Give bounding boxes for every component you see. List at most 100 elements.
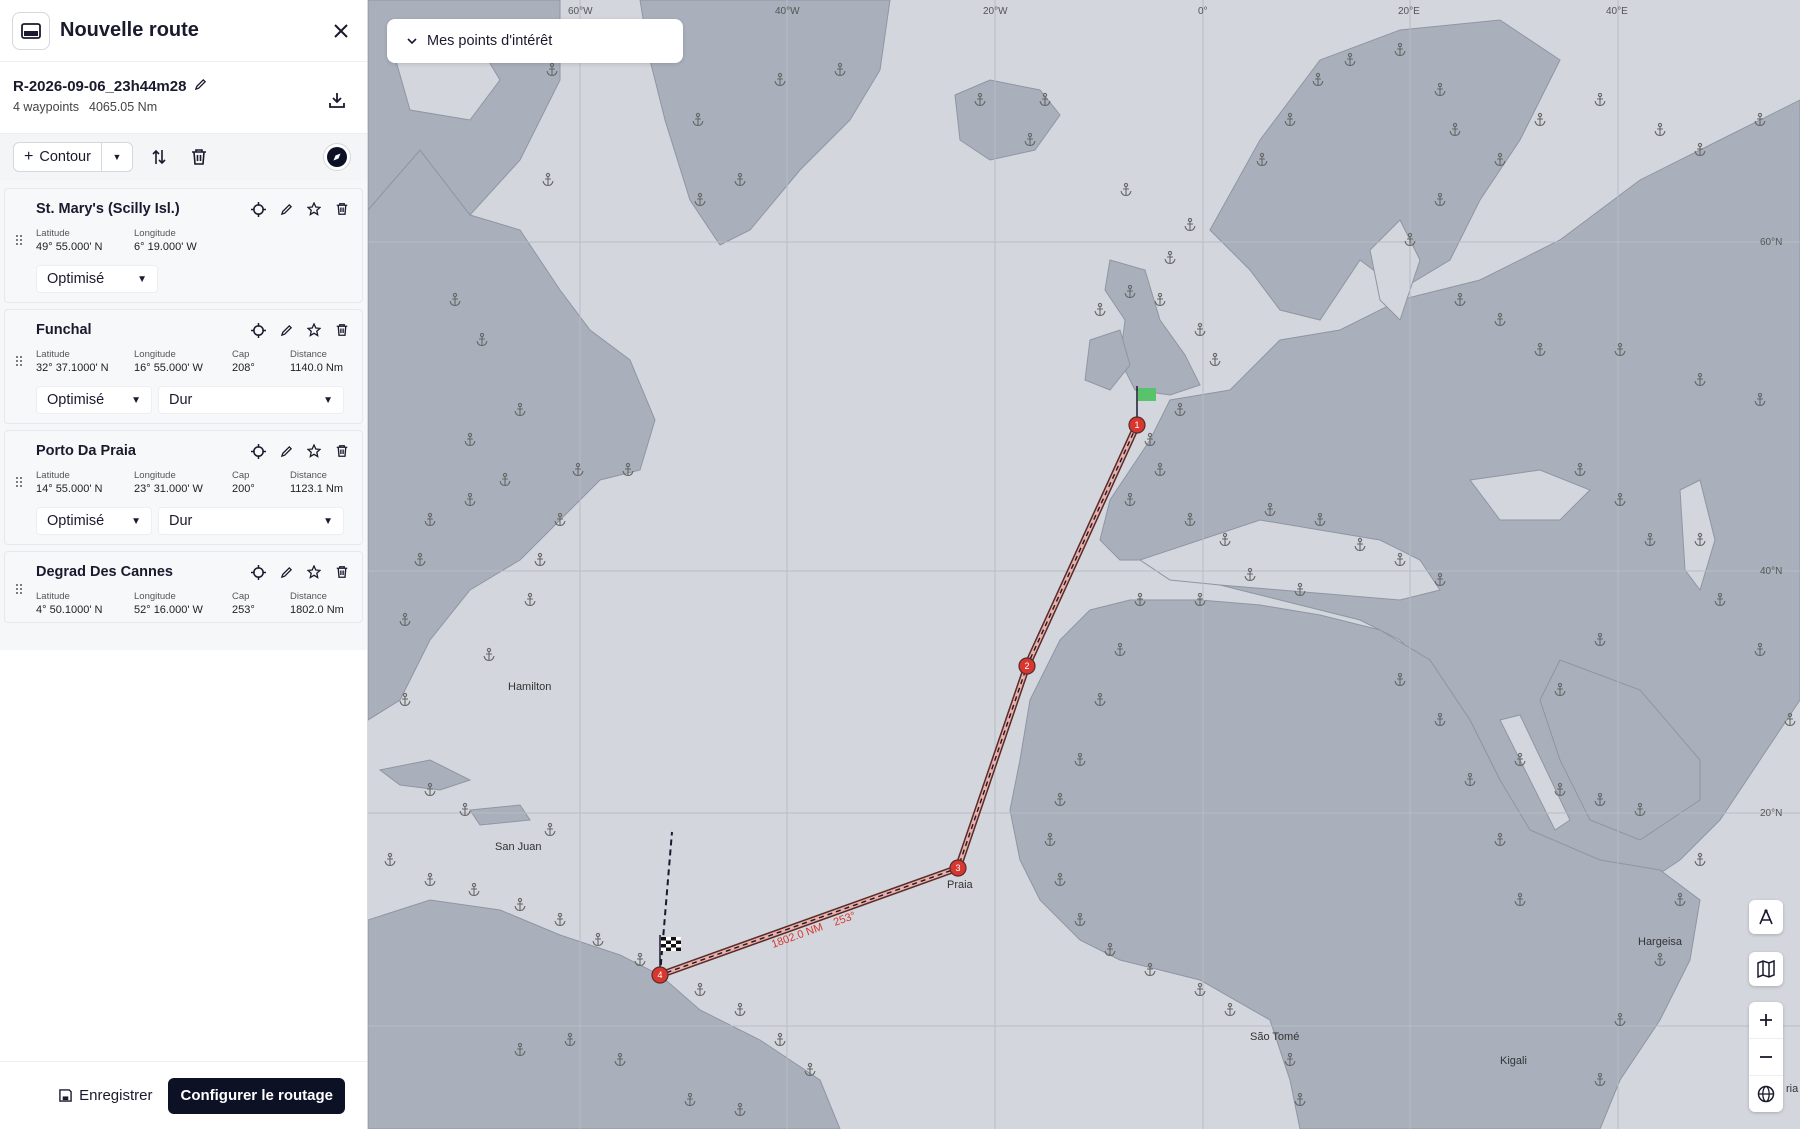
cap-label: Cap	[232, 470, 250, 481]
anchor-icon	[524, 592, 536, 607]
zoom-in-button[interactable]	[1749, 1002, 1783, 1039]
place-label-partial: ria	[1786, 1083, 1799, 1095]
minus-icon	[1760, 1056, 1772, 1058]
waypoint-name: Funchal	[36, 322, 92, 338]
anchor-icon	[424, 872, 436, 887]
waypoint-marker-label: 3	[955, 863, 960, 873]
download-icon[interactable]	[325, 88, 349, 112]
drag-handle-icon[interactable]	[14, 475, 24, 489]
map-view[interactable]: 60°W 40°W 20°W 0° 20°E 40°E 60°N 40°N 20…	[368, 0, 1800, 1129]
map-layers-button[interactable]	[1749, 952, 1783, 986]
waypoint-marker-label: 1	[1134, 420, 1139, 430]
panel-toggle-icon[interactable]	[12, 11, 50, 50]
contour-dropdown-button[interactable]: ▼	[102, 143, 132, 171]
globe-button[interactable]	[1749, 1076, 1783, 1112]
delete-icon[interactable]	[332, 562, 352, 582]
waypoint-marker-3[interactable]: 3	[949, 859, 967, 877]
longitude-value: 52° 16.000' W	[134, 604, 203, 616]
mode-value: Optimisé	[47, 271, 105, 287]
place-label-praia: Praia	[947, 879, 974, 891]
graticule-lat-label: 40°N	[1760, 566, 1782, 577]
plus-icon: +	[24, 148, 34, 165]
edit-icon[interactable]	[276, 320, 296, 340]
trash-icon[interactable]	[185, 143, 213, 171]
reverse-route-icon[interactable]	[145, 143, 173, 171]
latitude-value: 14° 55.000' N	[36, 483, 103, 495]
cap-value: 200°	[232, 483, 255, 495]
poi-dropdown[interactable]: Mes points d'intérêt	[387, 19, 683, 63]
mode-select[interactable]: Optimisé ▼	[36, 265, 158, 293]
drag-handle-icon[interactable]	[14, 233, 24, 247]
longitude-label: Longitude	[134, 228, 176, 239]
edit-icon[interactable]	[276, 562, 296, 582]
delete-icon[interactable]	[332, 199, 352, 219]
anchor-icon	[554, 912, 566, 927]
anchor-icon	[634, 952, 646, 967]
save-icon	[59, 1089, 72, 1102]
waypoint-name: Porto Da Praia	[36, 443, 136, 459]
delete-icon[interactable]	[332, 320, 352, 340]
configure-routing-button[interactable]: Configurer le routage	[168, 1077, 345, 1114]
route-info: R-2026-09-06_23h44m28 4 waypoints 4065.0…	[0, 62, 367, 134]
measure-tool-button[interactable]	[1749, 900, 1783, 934]
locate-icon[interactable]	[248, 562, 268, 582]
anchor-icon	[459, 802, 471, 817]
locate-icon[interactable]	[248, 320, 268, 340]
latitude-label: Latitude	[36, 591, 70, 602]
anchor-icon	[1164, 250, 1176, 265]
caret-down-icon: ▼	[112, 152, 122, 162]
anchor-icon	[534, 552, 546, 567]
place-label-kigali: Kigali	[1500, 1055, 1527, 1067]
save-button[interactable]: Enregistrer	[59, 1087, 152, 1104]
star-icon[interactable]	[304, 441, 324, 461]
star-icon[interactable]	[304, 320, 324, 340]
land-north-america	[368, 149, 656, 721]
star-icon[interactable]	[304, 199, 324, 219]
locate-icon[interactable]	[248, 199, 268, 219]
locate-icon[interactable]	[248, 441, 268, 461]
land-cuba	[378, 759, 472, 791]
map-canvas[interactable]: 60°W 40°W 20°W 0° 20°E 40°E 60°N 40°N 20…	[368, 0, 1800, 1129]
edit-icon[interactable]	[276, 441, 296, 461]
delete-icon[interactable]	[332, 441, 352, 461]
longitude-label: Longitude	[134, 591, 176, 602]
distance-value: 1140.0 Nm	[290, 362, 343, 374]
mode-select[interactable]: Optimisé ▼	[36, 386, 152, 414]
drag-handle-icon[interactable]	[14, 582, 24, 596]
distance-label: Distance	[290, 470, 327, 481]
contour-button[interactable]: + Contour	[14, 143, 102, 171]
zoom-out-button[interactable]	[1749, 1039, 1783, 1076]
mode-select[interactable]: Optimisé ▼	[36, 507, 152, 535]
edit-route-name-icon[interactable]	[194, 78, 207, 95]
anchor-icon	[384, 852, 396, 867]
graticule-lon-label: 20°E	[1398, 6, 1420, 17]
caret-down-icon: ▼	[131, 394, 141, 406]
waypoint-marker-4[interactable]: 4	[651, 966, 669, 984]
mode-value: Optimisé	[47, 513, 105, 529]
cap-field: Cap 253°	[232, 591, 290, 616]
total-distance: 4065.05 Nm	[89, 100, 158, 114]
waypoint-marker-1[interactable]: 1	[1128, 416, 1146, 434]
anchor-icon	[1534, 112, 1546, 127]
place-label-san-juan: San Juan	[495, 841, 541, 853]
anchor-icon	[1209, 352, 1221, 367]
waypoint-marker-2[interactable]: 2	[1018, 657, 1036, 675]
sea-state-value: Dur	[169, 392, 193, 408]
sea-state-select[interactable]: Dur ▼	[158, 507, 344, 535]
edit-icon[interactable]	[276, 199, 296, 219]
latitude-value: 4° 50.1000' N	[36, 604, 103, 616]
drag-handle-icon[interactable]	[14, 354, 24, 368]
land-hispaniola	[469, 804, 531, 826]
anchor-icon	[483, 647, 495, 662]
cap-value: 208°	[232, 362, 255, 374]
chevron-down-icon	[407, 33, 417, 49]
finish-flag-icon	[659, 935, 681, 970]
compass-icon[interactable]	[323, 143, 351, 171]
sea-state-select[interactable]: Dur ▼	[158, 386, 344, 414]
waypoint-marker-label: 4	[657, 970, 662, 980]
anchor-icon	[694, 982, 706, 997]
close-icon[interactable]	[327, 17, 355, 45]
anchor-icon	[804, 1062, 816, 1077]
star-icon[interactable]	[304, 562, 324, 582]
contour-group: + Contour ▼	[13, 142, 133, 172]
